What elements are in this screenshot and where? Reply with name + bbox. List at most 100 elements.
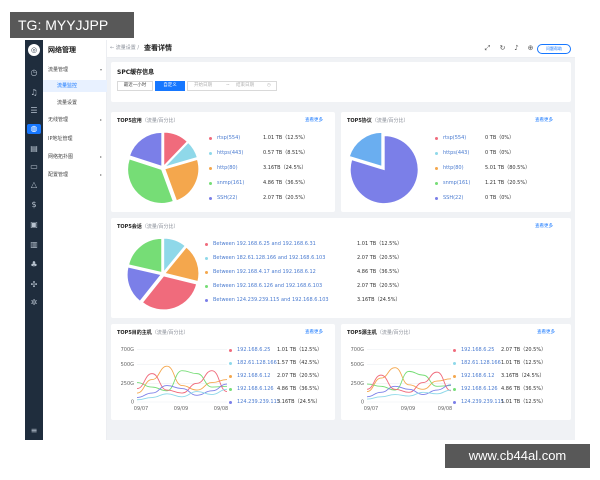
- legend-name[interactable]: 192.168.6.25: [461, 346, 494, 354]
- view-more-link[interactable]: 查看更多: [305, 117, 323, 123]
- start-date-input[interactable]: 开始日期: [194, 82, 212, 90]
- legend-value: 0.57 TB（8.51%）: [263, 150, 309, 156]
- sidebar-item-label: 流量设置: [57, 100, 78, 106]
- expand-icon[interactable]: ⤢: [483, 44, 492, 53]
- legend-name[interactable]: Between 182.61.128.166 and 192.168.6.103: [213, 254, 325, 262]
- legend-name[interactable]: https(443): [443, 149, 469, 157]
- dashboard-icon[interactable]: ◷: [29, 68, 39, 78]
- legend-name[interactable]: rtsp(554): [217, 134, 240, 142]
- refresh-icon[interactable]: ↻: [498, 44, 507, 53]
- legend-name[interactable]: snmp(161): [443, 179, 470, 187]
- legend-value: 3.16TB（24.5%）: [357, 297, 401, 303]
- legend-dot: [435, 152, 438, 155]
- legend-name[interactable]: 182.61.128.166: [237, 359, 277, 367]
- legend-name[interactable]: Between 192.168.4.17 and 192.168.6.12: [213, 268, 316, 276]
- y-tick-label: 500G: [121, 362, 135, 368]
- pie-chart-protocols: [348, 131, 419, 205]
- legend-value: 2.07 TB（20.5%）: [277, 373, 323, 379]
- end-date-input[interactable]: 结束日期: [236, 82, 254, 90]
- series-line[interactable]: [136, 370, 228, 394]
- legend-dot: [453, 375, 456, 378]
- legend-value: 2.07 TB（20.5%）: [263, 195, 309, 201]
- legend-name[interactable]: Between 124.239.239.115 and 192.168.6.10…: [213, 296, 329, 304]
- settings-icon[interactable]: ⊕: [526, 44, 535, 53]
- sidebar-item-topology[interactable]: 网络拓扑图 ▸: [43, 151, 107, 163]
- page-title: 查看详情: [144, 44, 172, 52]
- legend-name[interactable]: 124.239.239.115: [237, 398, 280, 406]
- legend-name[interactable]: Between 192.168.6.126 and 192.168.6.103: [213, 282, 322, 290]
- legend-name[interactable]: http(80): [443, 164, 464, 172]
- legend-name[interactable]: 192.168.6.126: [237, 385, 274, 393]
- view-more-link[interactable]: 查看更多: [305, 329, 323, 335]
- help-button[interactable]: 问题帮助: [537, 44, 571, 54]
- legend-name[interactable]: 192.168.6.126: [461, 385, 498, 393]
- legend-value: 1.01 TB（12.5%）: [357, 241, 403, 247]
- sidebar-item-config[interactable]: 配置管理 ▸: [43, 169, 107, 181]
- sidebar-item-label: 网络拓扑图: [48, 154, 74, 160]
- line-chart-dest-hosts: 0 250G 500G 700G 09/07 09/09 09/08: [121, 347, 229, 412]
- view-more-link[interactable]: 查看更多: [537, 329, 555, 335]
- list-icon[interactable]: ☰: [29, 106, 39, 116]
- globe-icon[interactable]: ◍: [27, 124, 41, 134]
- x-tick-label: 09/07: [364, 406, 378, 412]
- bar-chart-icon[interactable]: ▥: [29, 240, 39, 250]
- y-tick-label: 700G: [351, 347, 365, 353]
- top5-apps-panel: TOP5应用（流量/百分比） 查看更多 rtsp(554) 1.01 TB（12.…: [111, 112, 335, 212]
- watermark-bottom-right: www.cb44al.com: [445, 444, 590, 468]
- legend-value: 0 TB（0%）: [485, 195, 515, 201]
- legend-value: 1.57 TB（42.5%）: [277, 360, 323, 366]
- pie-chart-sessions: [126, 237, 200, 311]
- x-tick-label: 09/09: [174, 406, 188, 412]
- legend-name[interactable]: 124.239.239.115: [461, 398, 504, 406]
- last-hour-button[interactable]: 最近一小时: [117, 81, 153, 91]
- gear-icon[interactable]: ✲: [29, 298, 39, 308]
- custom-range-button[interactable]: 自定义: [155, 81, 185, 91]
- users-icon[interactable]: ♣: [29, 260, 39, 270]
- menu-icon[interactable]: ≡: [29, 426, 39, 436]
- legend-name[interactable]: 182.61.128.166: [461, 359, 501, 367]
- puzzle-icon[interactable]: ✣: [29, 280, 39, 290]
- sidebar-item-traffic-management[interactable]: 流量管理 ▾: [43, 64, 107, 76]
- app-window: ◎ ◷ ♫ ☰ ◍ ▤ ▭ △ $ ▣ ▥ ♣ ✣ ✲ ≡ 网络管理 流量管理 ▾…: [25, 40, 575, 440]
- sidebar-item-ip-address[interactable]: IP地址管理: [43, 133, 107, 145]
- folder-icon[interactable]: ▭: [29, 162, 39, 172]
- view-more-link[interactable]: 查看更多: [535, 117, 553, 123]
- y-tick-label: 500G: [351, 362, 365, 368]
- legend-dot: [435, 137, 438, 140]
- legend-name[interactable]: 192.168.6.12: [237, 372, 270, 380]
- legend-value: 1.01 TB（12.5%）: [501, 399, 547, 405]
- breadcrumb[interactable]: ← 流量设置 /: [110, 44, 139, 51]
- monitor-icon[interactable]: ▣: [29, 220, 39, 230]
- top5-src-hosts-panel: TOP5源主机（流量/百分比） 查看更多 0 250G 500G 700G 09/07 0…: [341, 324, 571, 420]
- date-range-picker[interactable]: 开始日期 ~ 结束日期 ◷: [187, 81, 277, 91]
- legend-name[interactable]: 192.168.6.25: [237, 346, 270, 354]
- series-line[interactable]: [366, 389, 452, 400]
- bell-icon[interactable]: ♫: [29, 88, 39, 98]
- alert-icon[interactable]: △: [29, 180, 39, 190]
- chevron-right-icon: ▸: [99, 154, 102, 159]
- panel-unit: （流量/百分比）: [141, 224, 179, 230]
- document-icon[interactable]: ▤: [29, 144, 39, 154]
- series-line[interactable]: [136, 383, 228, 398]
- x-tick-label: 09/09: [401, 406, 415, 412]
- sidebar-item-traffic-settings[interactable]: 流量设置: [43, 97, 107, 109]
- legend-name[interactable]: rtsp(554): [443, 134, 466, 142]
- chevron-down-icon: ▾: [99, 67, 102, 72]
- legend-name[interactable]: snmp(161): [217, 179, 244, 187]
- legend-name[interactable]: 192.168.6.12: [461, 372, 494, 380]
- sidebar-item-traffic-monitor[interactable]: 流量监控: [43, 80, 107, 92]
- dollar-icon[interactable]: $: [29, 200, 39, 210]
- panel-title-text: TOP5目的主机: [117, 330, 152, 336]
- pie-slice[interactable]: [128, 237, 163, 274]
- legend-name[interactable]: SSH(22): [217, 194, 237, 202]
- legend-name[interactable]: http(80): [217, 164, 238, 172]
- legend-name[interactable]: https(443): [217, 149, 243, 157]
- sidebar-item-wireless[interactable]: 无线管理 ▸: [43, 114, 107, 126]
- view-more-link[interactable]: 查看更多: [535, 223, 553, 229]
- legend-name[interactable]: SSH(22): [443, 194, 463, 202]
- legend-name[interactable]: Between 192.168.6.25 and 192.168.6.31: [213, 240, 316, 248]
- y-tick-label: 250G: [351, 381, 365, 387]
- sidebar-item-label: 流量管理: [48, 67, 69, 73]
- legend-dot: [435, 167, 438, 170]
- bell-icon[interactable]: ♪: [512, 44, 521, 53]
